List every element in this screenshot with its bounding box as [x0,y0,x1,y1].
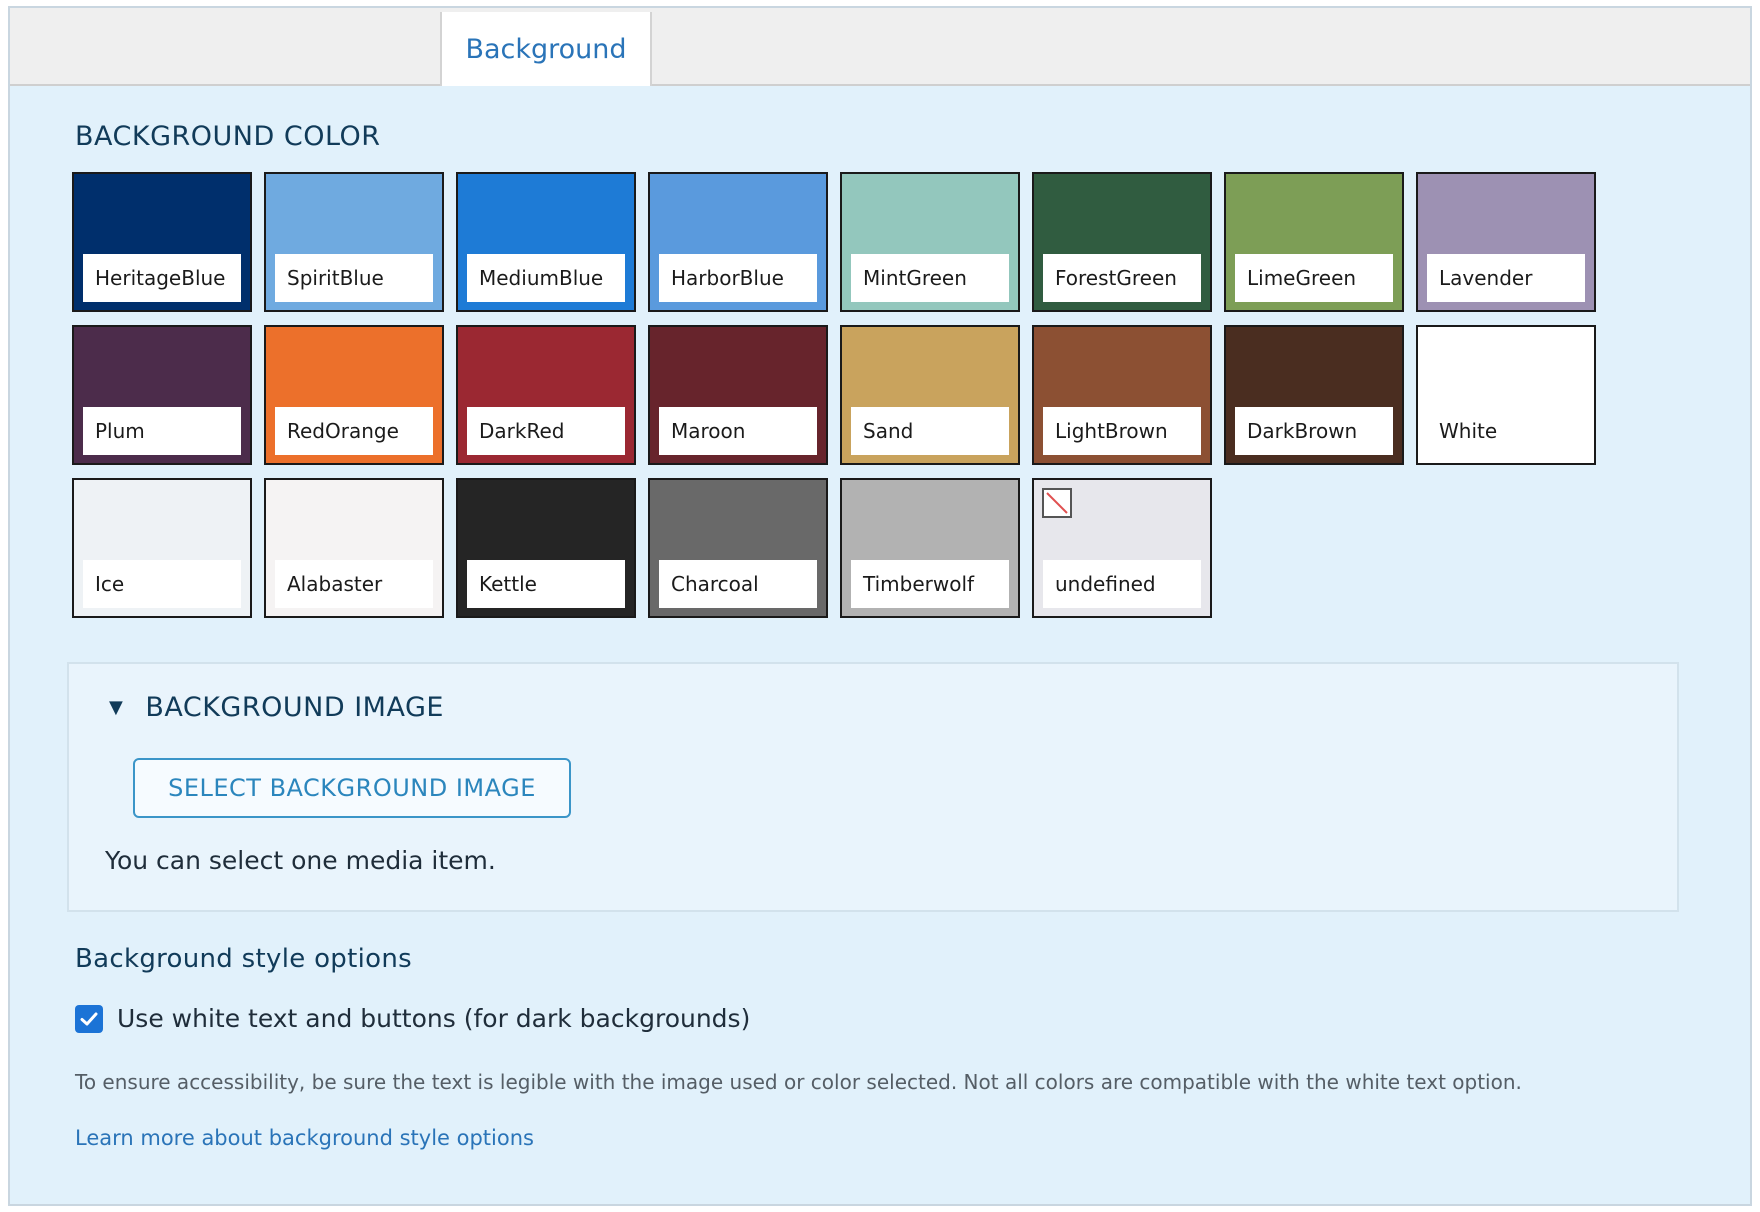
color-swatch-label: DarkRed [467,407,625,455]
color-swatch[interactable]: MintGreen [840,172,1020,312]
color-swatch[interactable]: Lavender [1416,172,1596,312]
color-swatch[interactable]: Maroon [648,325,828,465]
background-image-toggle[interactable]: ▼ BACKGROUND IMAGE [109,692,444,723]
color-swatch-label: Plum [83,407,241,455]
color-swatch-label: Sand [851,407,1009,455]
style-options-heading: Background style options [75,944,412,974]
media-help-text: You can select one media item. [105,846,496,875]
color-swatch-label: HarborBlue [659,254,817,302]
color-swatch-label: Kettle [467,560,625,608]
select-background-image-button[interactable]: SELECT BACKGROUND IMAGE [133,758,571,818]
learn-more-link[interactable]: Learn more about background style option… [75,1126,534,1150]
background-image-legend: BACKGROUND IMAGE [145,692,444,723]
color-swatch[interactable]: White [1416,325,1596,465]
color-swatch[interactable]: ForestGreen [1032,172,1212,312]
tab-background[interactable]: Background [440,12,652,86]
color-swatch[interactable]: RedOrange [264,325,444,465]
color-swatch[interactable]: HeritageBlue [72,172,252,312]
color-swatch[interactable]: Sand [840,325,1020,465]
color-swatch[interactable]: DarkBrown [1224,325,1404,465]
color-swatch-label: MintGreen [851,254,1009,302]
color-swatch-label: LimeGreen [1235,254,1393,302]
color-swatch[interactable]: Kettle [456,478,636,618]
color-swatch-label: DarkBrown [1235,407,1393,455]
color-swatch[interactable]: Plum [72,325,252,465]
color-swatch[interactable]: DarkRed [456,325,636,465]
white-text-checkbox-label: Use white text and buttons (for dark bac… [117,1004,751,1033]
background-image-fieldset: ▼ BACKGROUND IMAGE SELECT BACKGROUND IMA… [67,662,1679,912]
color-swatch-label: Timberwolf [851,560,1009,608]
background-color-heading: BACKGROUND COLOR [75,121,381,152]
color-swatch-label: ForestGreen [1043,254,1201,302]
color-swatch-label: undefined [1043,560,1201,608]
triangle-down-icon: ▼ [109,697,124,718]
color-swatch-label: SpiritBlue [275,254,433,302]
color-swatch-label: Alabaster [275,560,433,608]
color-swatch-label: HeritageBlue [83,254,241,302]
tab-label: Background [465,33,627,65]
color-swatch-label: Charcoal [659,560,817,608]
color-swatch-label: White [1427,407,1585,455]
color-swatch-label: Ice [83,560,241,608]
color-swatch-label: Lavender [1427,254,1585,302]
accessibility-description: To ensure accessibility, be sure the tex… [75,1070,1522,1094]
tab-bar: Background [10,8,1750,86]
color-swatch-label: LightBrown [1043,407,1201,455]
color-swatch[interactable]: LimeGreen [1224,172,1404,312]
color-swatch[interactable]: Timberwolf [840,478,1020,618]
color-swatch[interactable]: MediumBlue [456,172,636,312]
color-swatch-label: MediumBlue [467,254,625,302]
broken-image-icon [1042,488,1072,518]
white-text-checkbox[interactable] [75,1004,103,1033]
color-swatch[interactable]: LightBrown [1032,325,1212,465]
color-swatch[interactable]: SpiritBlue [264,172,444,312]
color-swatch[interactable]: undefined [1032,478,1212,618]
color-swatch-label: Maroon [659,407,817,455]
color-swatch[interactable]: Charcoal [648,478,828,618]
checkmark-icon [80,1012,98,1025]
white-text-checkbox-row[interactable]: Use white text and buttons (for dark bac… [75,1004,750,1033]
color-swatch[interactable]: Ice [72,478,252,618]
color-swatch-label: RedOrange [275,407,433,455]
color-swatch[interactable]: Alabaster [264,478,444,618]
color-swatch[interactable]: HarborBlue [648,172,828,312]
